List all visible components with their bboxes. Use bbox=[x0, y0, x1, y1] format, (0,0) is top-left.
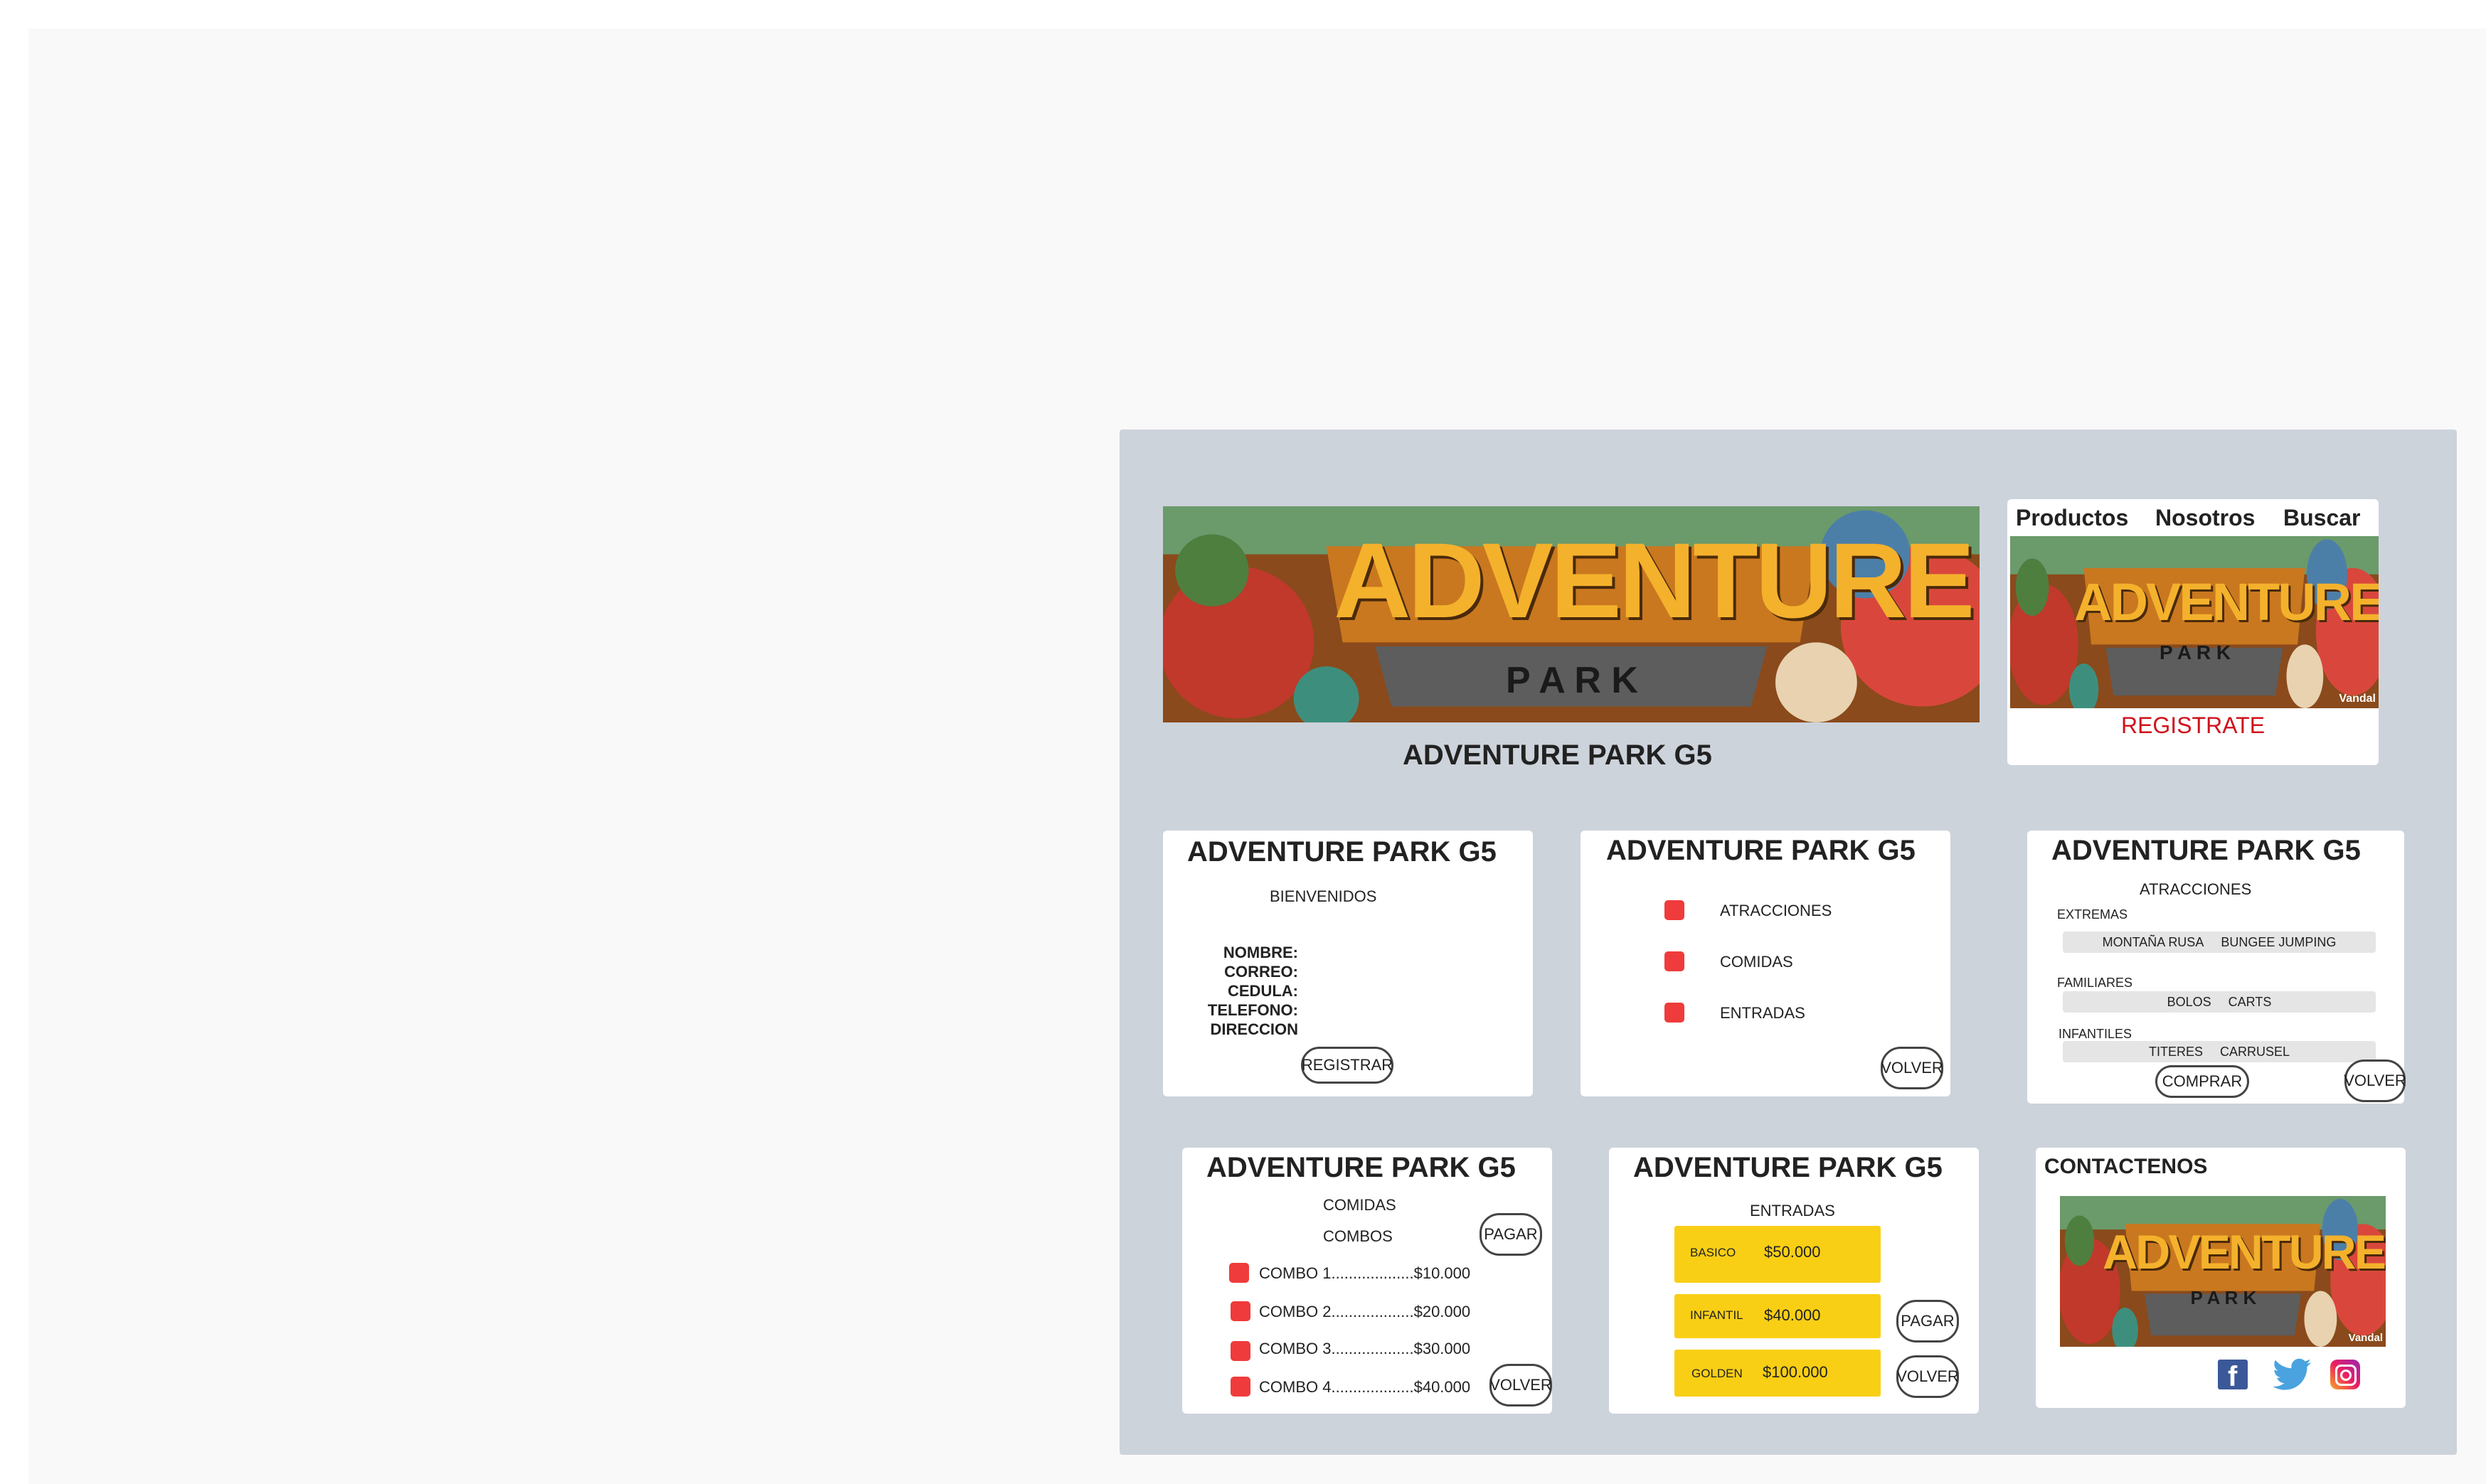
instagram-icon[interactable] bbox=[2330, 1360, 2360, 1389]
ticket-basico[interactable]: BASICO $50.000 bbox=[1674, 1226, 1881, 1283]
field-cedula: CEDULA: bbox=[1228, 982, 1298, 1000]
banner-logo-sub: P A R K bbox=[1506, 660, 1638, 701]
atracciones-title: ADVENTURE PARK G5 bbox=[2051, 835, 2361, 866]
ticket-infantil-price: $40.000 bbox=[1764, 1306, 1821, 1324]
item-montana-rusa[interactable]: MONTAÑA RUSA bbox=[2103, 935, 2204, 950]
menu-card: ADVENTURE PARK G5 ATRACCIONES COMIDAS EN… bbox=[1581, 831, 1950, 1096]
entradas-pagar-button[interactable]: PAGAR bbox=[1896, 1300, 1959, 1342]
field-correo: CORREO: bbox=[1224, 963, 1298, 981]
familiares-row: BOLOS CARTS bbox=[2063, 991, 2376, 1013]
menu-check-comidas[interactable] bbox=[1664, 951, 1684, 971]
main-banner: ADVENTURE P A R K bbox=[1163, 506, 1980, 722]
ticket-golden[interactable]: GOLDEN $100.000 bbox=[1674, 1350, 1881, 1397]
facebook-glyph: f bbox=[2228, 1361, 2238, 1392]
registrar-button[interactable]: REGISTRAR bbox=[1301, 1047, 1393, 1084]
comidas-volver-button[interactable]: VOLVER bbox=[1489, 1364, 1552, 1406]
comidas-title: ADVENTURE PARK G5 bbox=[1206, 1152, 1516, 1183]
instagram-lens bbox=[2340, 1370, 2352, 1381]
nav-productos[interactable]: Productos bbox=[2016, 505, 2128, 531]
comidas-pagar-button[interactable]: PAGAR bbox=[1480, 1213, 1542, 1256]
registro-card: ADVENTURE PARK G5 BIENVENIDOS NOMBRE: CO… bbox=[1163, 831, 1533, 1096]
comidas-heading: COMIDAS bbox=[1323, 1196, 1396, 1214]
familiares-label: FAMILIARES bbox=[2057, 976, 2133, 990]
entradas-card: ADVENTURE PARK G5 ENTRADAS BASICO $50.00… bbox=[1609, 1148, 1979, 1414]
atracciones-card: ADVENTURE PARK G5 ATRACCIONES EXTREMAS M… bbox=[2027, 831, 2406, 1104]
item-bolos[interactable]: BOLOS bbox=[2167, 995, 2211, 1010]
menu-item-entradas[interactable]: ENTRADAS bbox=[1720, 1004, 1805, 1023]
contacto-watermark: Vandal bbox=[2348, 1332, 2383, 1344]
contacto-banner-logo-sub: P A R K bbox=[2190, 1287, 2257, 1308]
registro-fields: NOMBRE: CORREO: CEDULA: TELEFONO: DIRECC… bbox=[1163, 943, 1298, 1039]
twitter-icon[interactable] bbox=[2273, 1358, 2312, 1391]
combo-check-4[interactable] bbox=[1231, 1377, 1250, 1397]
entradas-volver-button[interactable]: VOLVER bbox=[1896, 1355, 1959, 1398]
ticket-golden-name: GOLDEN bbox=[1691, 1367, 1743, 1380]
combo-4: COMBO 4...................$40.000 bbox=[1259, 1378, 1471, 1396]
menu-check-entradas[interactable] bbox=[1664, 1003, 1684, 1023]
comprar-button[interactable]: COMPRAR bbox=[2155, 1065, 2249, 1098]
contacto-banner-logo-main: ADVENTURE bbox=[2103, 1225, 2386, 1279]
item-bungee[interactable]: BUNGEE JUMPING bbox=[2221, 935, 2336, 950]
field-nombre: NOMBRE: bbox=[1223, 944, 1298, 961]
nav-buscar[interactable]: Buscar bbox=[2283, 505, 2361, 531]
combo-1: COMBO 1...................$10.000 bbox=[1259, 1264, 1471, 1282]
menu-volver-button[interactable]: VOLVER bbox=[1881, 1047, 1943, 1089]
combo-2: COMBO 2...................$20.000 bbox=[1259, 1303, 1471, 1320]
contacto-card: CONTACTENOS ADVENTURE P A R K Vandal f bbox=[2036, 1148, 2406, 1408]
ticket-basico-name: BASICO bbox=[1690, 1246, 1736, 1259]
facebook-icon[interactable]: f bbox=[2218, 1360, 2248, 1392]
watermark: Vandal bbox=[2339, 693, 2376, 705]
extremas-row: MONTAÑA RUSA BUNGEE JUMPING bbox=[2063, 931, 2376, 953]
ticket-infantil-name: INFANTIL bbox=[1690, 1308, 1743, 1322]
infantiles-row: TITERES CARRUSEL bbox=[2063, 1041, 2376, 1062]
menu-title: ADVENTURE PARK G5 bbox=[1606, 835, 1916, 866]
item-carts[interactable]: CARTS bbox=[2229, 995, 2272, 1010]
welcome-text: BIENVENIDOS bbox=[1270, 887, 1377, 905]
combo-check-2[interactable] bbox=[1231, 1301, 1250, 1321]
nav-banner-logo-sub: P A R K bbox=[2159, 641, 2231, 663]
nav-banner: ADVENTURE P A R K Vandal bbox=[2010, 536, 2379, 708]
atracciones-volver-button[interactable]: VOLVER bbox=[2344, 1059, 2406, 1102]
banner-logo-main: ADVENTURE bbox=[1334, 521, 1975, 640]
menu-item-atracciones[interactable]: ATRACCIONES bbox=[1720, 902, 1832, 920]
entradas-title: ADVENTURE PARK G5 bbox=[1633, 1152, 1943, 1183]
infantiles-label: INFANTILES bbox=[2059, 1027, 2132, 1041]
menu-check-atracciones[interactable] bbox=[1664, 900, 1684, 920]
menu-item-comidas[interactable]: COMIDAS bbox=[1720, 953, 1793, 971]
nav-card: Productos Nosotros Buscar ADVENTURE P A … bbox=[2007, 499, 2379, 765]
mockup-board: ADVENTURE P A R K ADVENTURE PARK G5 Prod… bbox=[1120, 429, 2457, 1455]
main-title: ADVENTURE PARK G5 bbox=[1403, 740, 1712, 771]
entradas-heading: ENTRADAS bbox=[1750, 1202, 1835, 1219]
nav-banner-logo-main: ADVENTURE bbox=[2074, 572, 2379, 631]
field-telefono: TELEFONO: bbox=[1207, 1001, 1298, 1019]
contacto-banner: ADVENTURE P A R K Vandal bbox=[2060, 1196, 2386, 1347]
combo-3: COMBO 3...................$30.000 bbox=[1259, 1340, 1471, 1357]
item-carrusel[interactable]: CARRUSEL bbox=[2220, 1045, 2290, 1059]
registro-title: ADVENTURE PARK G5 bbox=[1187, 836, 1497, 868]
ticket-infantil[interactable]: INFANTIL $40.000 bbox=[1674, 1294, 1881, 1338]
comidas-card: ADVENTURE PARK G5 COMIDAS COMBOS PAGAR C… bbox=[1182, 1148, 1552, 1414]
nav-nosotros[interactable]: Nosotros bbox=[2155, 505, 2255, 531]
ticket-golden-price: $100.000 bbox=[1763, 1363, 1828, 1381]
field-direccion: DIRECCION bbox=[1210, 1020, 1298, 1038]
atracciones-heading: ATRACCIONES bbox=[2140, 880, 2252, 898]
register-link[interactable]: REGISTRATE bbox=[2007, 712, 2379, 739]
combos-heading: COMBOS bbox=[1323, 1227, 1393, 1245]
ticket-basico-price: $50.000 bbox=[1764, 1243, 1821, 1261]
combo-check-3[interactable] bbox=[1231, 1341, 1250, 1361]
twitter-bird bbox=[2273, 1358, 2312, 1390]
extremas-label: EXTREMAS bbox=[2057, 907, 2128, 922]
contacto-heading: CONTACTENOS bbox=[2044, 1155, 2208, 1178]
combo-check-1[interactable] bbox=[1229, 1263, 1249, 1283]
item-titeres[interactable]: TITERES bbox=[2149, 1045, 2203, 1059]
